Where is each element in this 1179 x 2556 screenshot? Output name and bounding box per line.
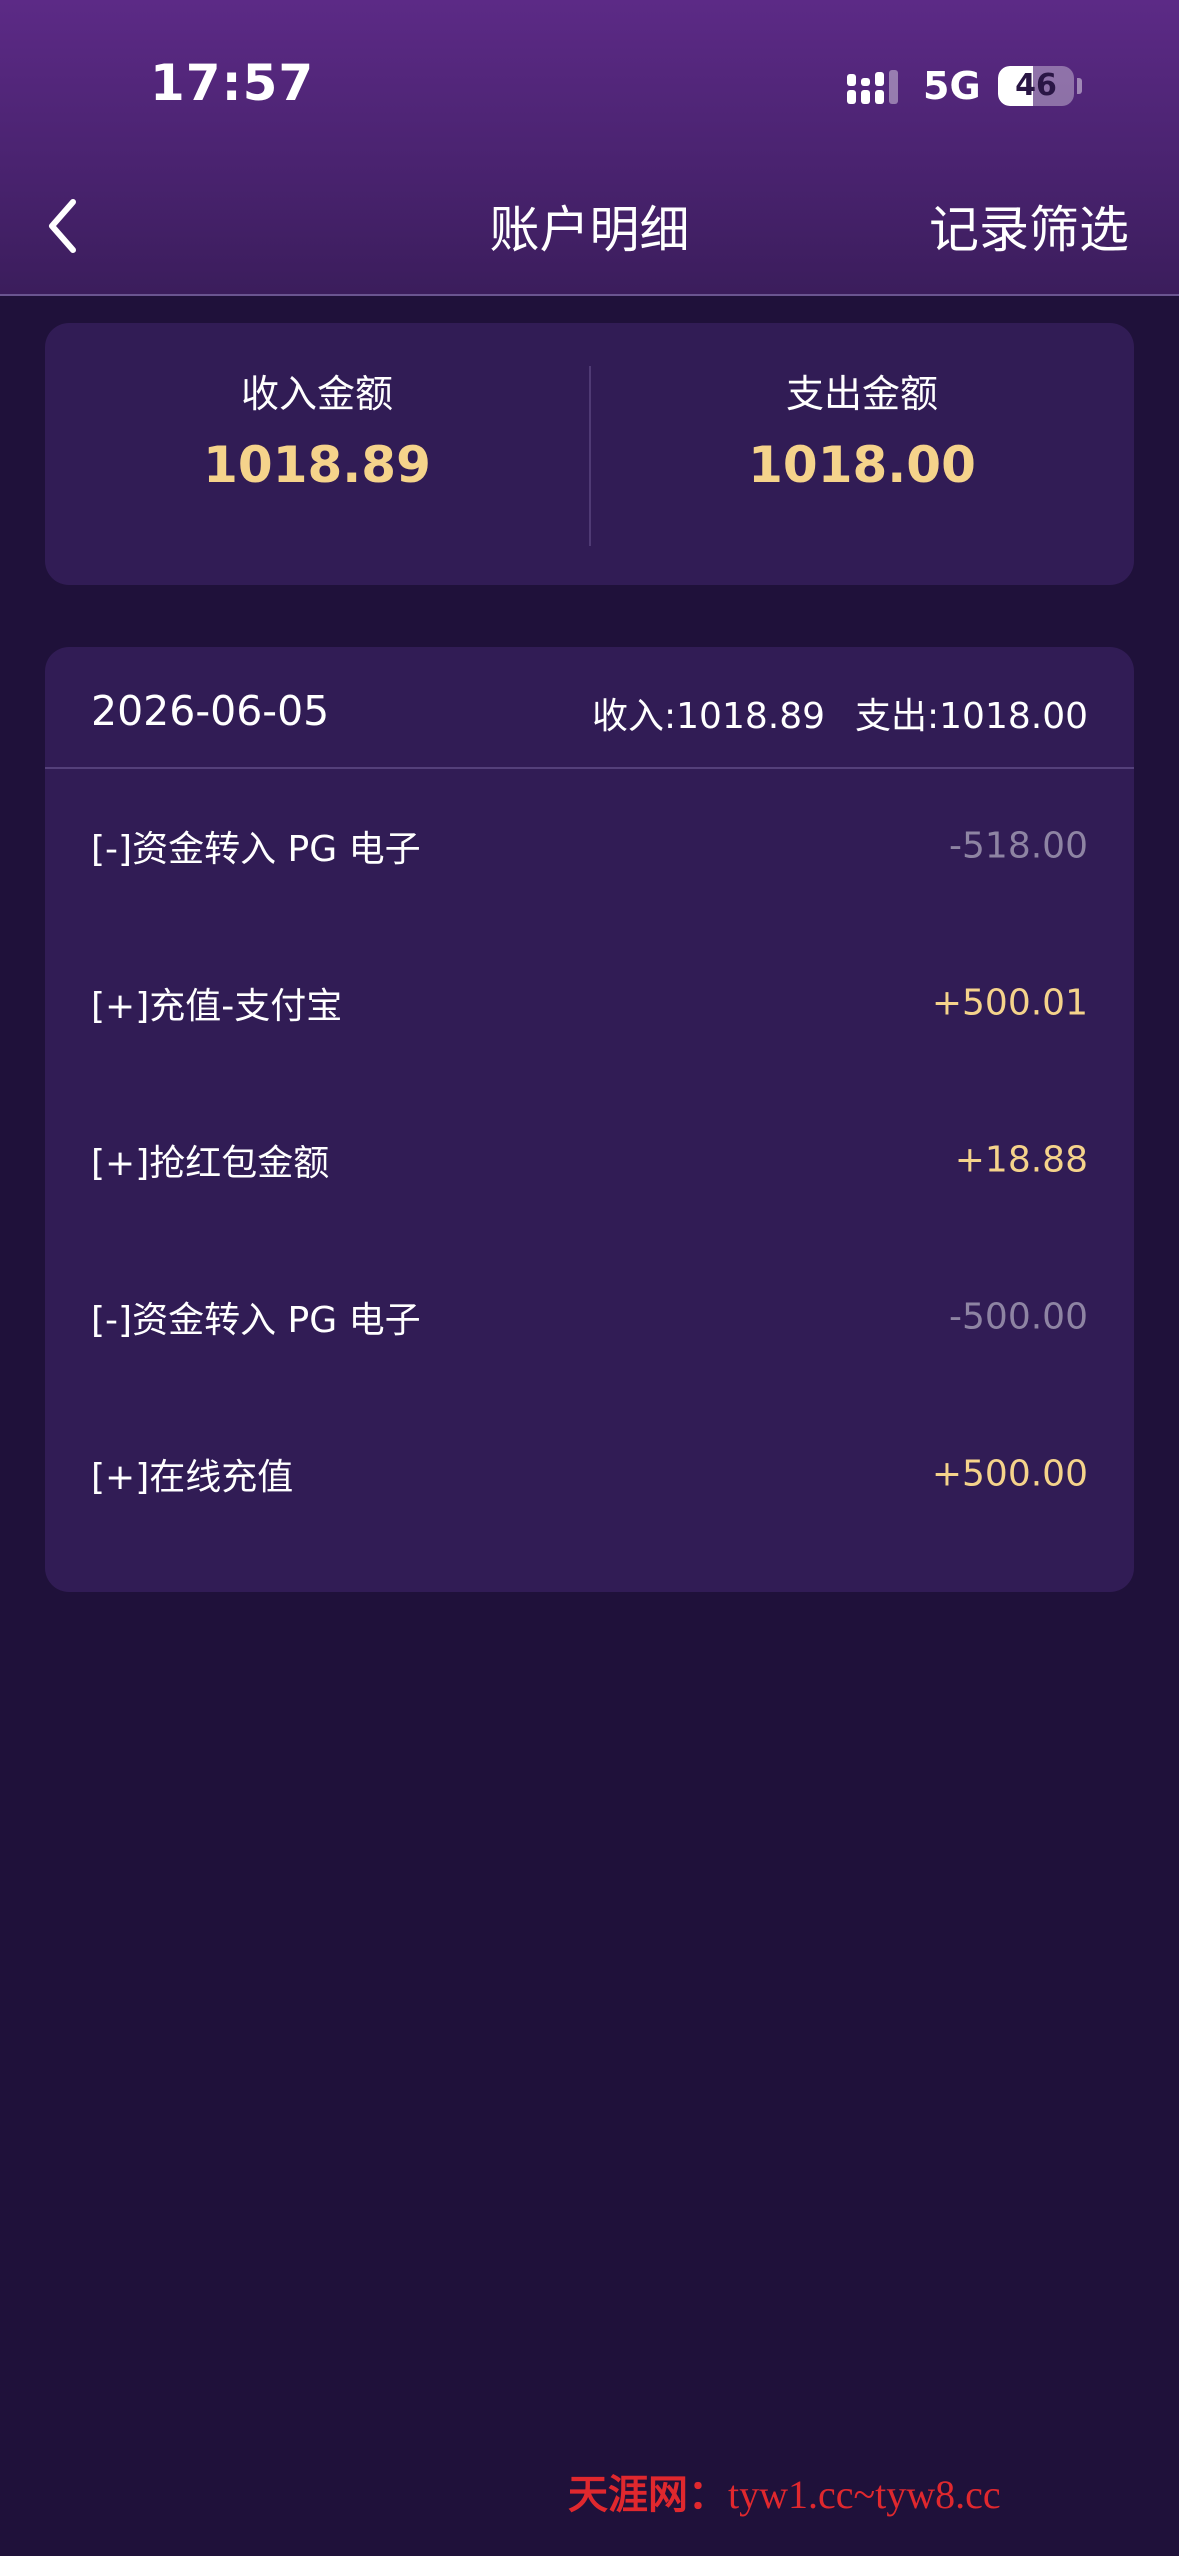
header-bar: 17:57 5G 46 账户明细 记录筛选: [0, 0, 1179, 296]
network-type: 5G: [923, 64, 981, 108]
watermark-brand: 天涯网：: [568, 2471, 728, 2518]
battery-icon: 46: [998, 66, 1074, 106]
battery-level: 46: [1015, 68, 1057, 103]
transaction-label: [+]充值-支付宝: [91, 985, 343, 1027]
transaction-row[interactable]: [+]充值-支付宝 +500.01: [45, 924, 1134, 1081]
transaction-label: [-]资金转入 PG 电子: [91, 1299, 421, 1341]
summary-card: 收入金额 1018.89 支出金额 1018.00: [45, 323, 1134, 585]
day-header: 2026-06-05 收入:1018.89 支出:1018.00: [45, 647, 1134, 769]
transactions-card: 2026-06-05 收入:1018.89 支出:1018.00 [-]资金转入 …: [45, 647, 1134, 1592]
battery-cap: [1077, 78, 1082, 94]
transaction-amount: -500.00: [949, 1296, 1088, 1337]
signal-strength-icon: [847, 70, 898, 104]
income-value: 1018.89: [203, 436, 431, 494]
watermark: 天涯网：tyw1.cc~tyw8.cc: [568, 2462, 1001, 2520]
transaction-label: [+]抢红包金额: [91, 1142, 330, 1184]
transaction-row[interactable]: [+]抢红包金额 +18.88: [45, 1081, 1134, 1238]
transaction-amount: +500.01: [931, 982, 1088, 1023]
day-income-total: 收入:1018.89: [592, 696, 825, 737]
transaction-row[interactable]: [+]在线充值 +500.00: [45, 1395, 1134, 1552]
back-button[interactable]: [40, 190, 100, 260]
day-totals: 收入:1018.89 支出:1018.00: [592, 687, 1088, 739]
income-label: 收入金额: [240, 372, 393, 416]
transaction-amount: +500.00: [931, 1453, 1088, 1494]
status-time: 17:57: [150, 54, 315, 112]
transaction-label: [-]资金转入 PG 电子: [91, 828, 421, 870]
transaction-amount: -518.00: [949, 825, 1088, 866]
filter-records-button[interactable]: 记录筛选: [929, 190, 1129, 262]
day-date: 2026-06-05: [91, 687, 330, 735]
income-summary: 收入金额 1018.89: [45, 323, 589, 585]
chevron-left-icon: [49, 199, 76, 253]
transaction-amount: +18.88: [954, 1139, 1088, 1180]
expense-label: 支出金额: [785, 372, 938, 416]
expense-summary: 支出金额 1018.00: [590, 323, 1134, 585]
expense-value: 1018.00: [748, 436, 976, 494]
transaction-label: [+]在线充值: [91, 1456, 294, 1498]
transaction-row[interactable]: [-]资金转入 PG 电子 -500.00: [45, 1238, 1134, 1395]
transaction-row[interactable]: [-]资金转入 PG 电子 -518.00: [45, 767, 1134, 924]
day-expense-total: 支出:1018.00: [855, 696, 1088, 737]
watermark-url: tyw1.cc~tyw8.cc: [728, 2472, 1001, 2517]
